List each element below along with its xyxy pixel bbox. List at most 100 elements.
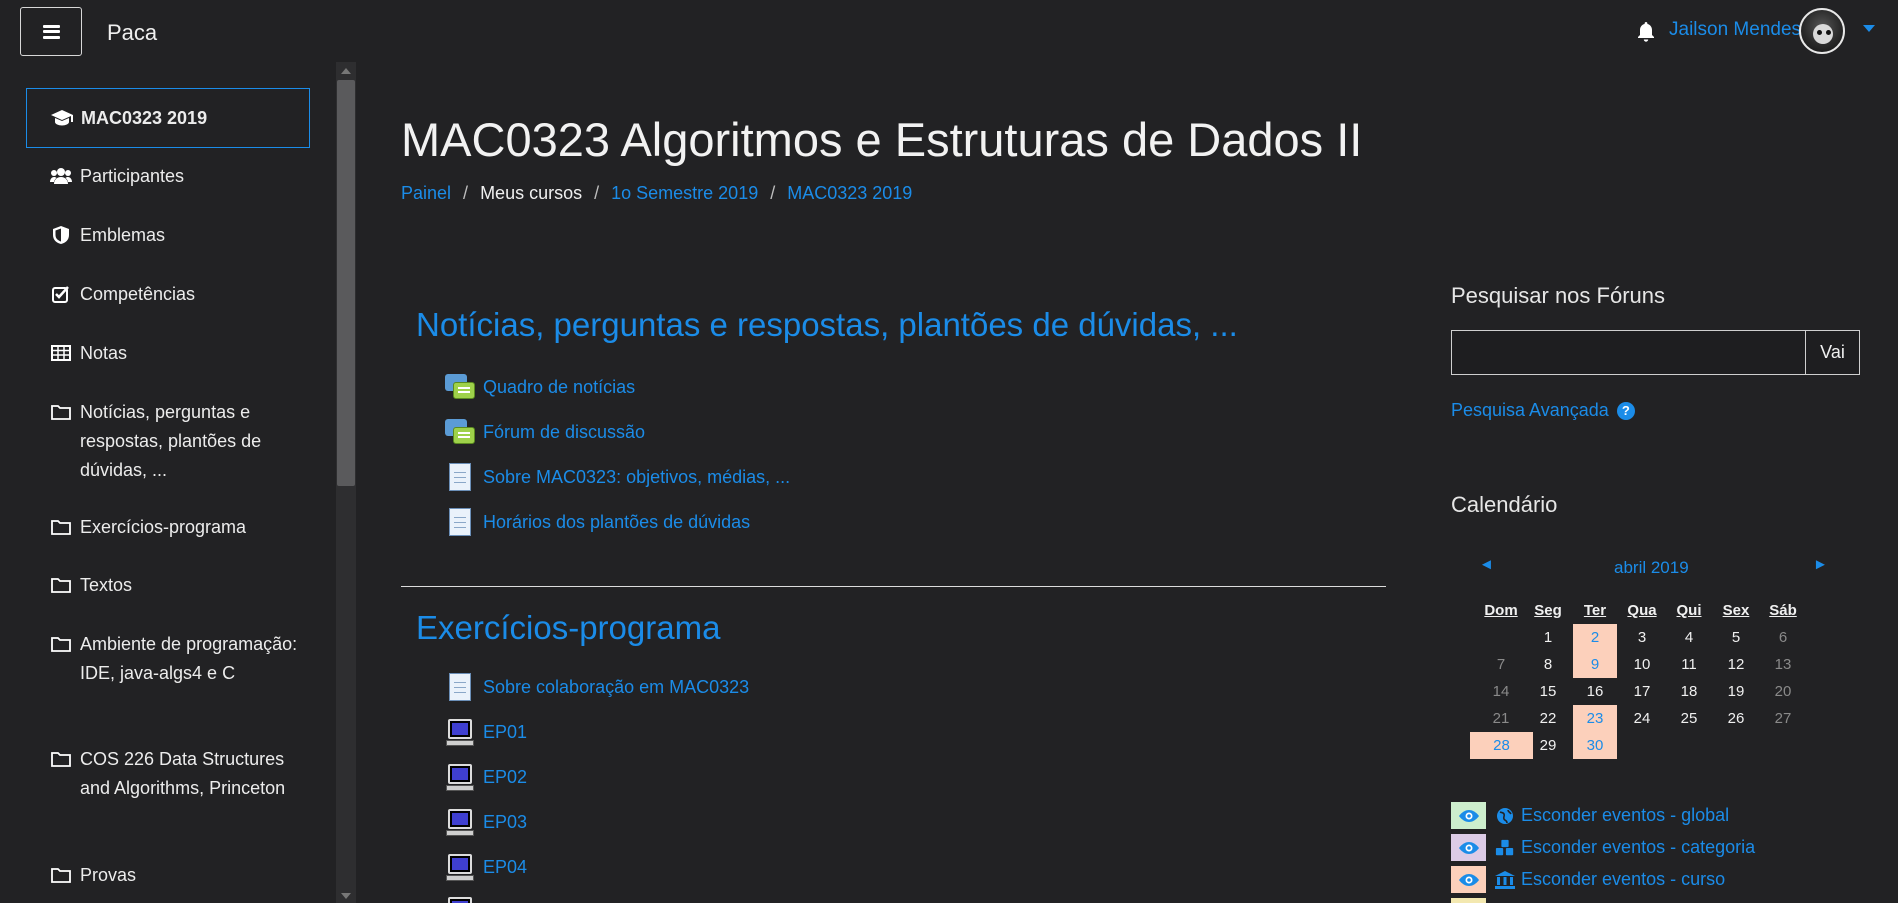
calendar-day-with-event[interactable]: 28 <box>1470 732 1533 759</box>
sidebar-item-participants[interactable]: Participantes <box>26 162 310 191</box>
user-menu-name[interactable]: Jailson Mendes <box>1669 19 1801 41</box>
event-filter-label[interactable]: Esconder eventos - curso <box>1521 869 1725 890</box>
calendar-prev-icon[interactable]: ◄ <box>1479 556 1494 573</box>
breadcrumb: Painel / Meus cursos / 1o Semestre 2019 … <box>401 183 912 204</box>
activity-partial[interactable] <box>445 895 483 903</box>
calendar-day: 8 <box>1543 656 1553 673</box>
activity-news-forum[interactable]: Quadro de notícias <box>445 372 635 402</box>
folder-icon <box>50 402 72 422</box>
calendar-day: 21 <box>1492 710 1510 727</box>
activity-ep04[interactable]: EP04 <box>445 852 527 882</box>
folder-icon <box>50 575 72 595</box>
calendar-day: 14 <box>1492 683 1510 700</box>
activity-ep03[interactable]: EP03 <box>445 807 527 837</box>
calendar-day: 6 <box>1778 629 1788 646</box>
computer-icon <box>445 717 475 747</box>
breadcrumb-separator: / <box>463 183 469 203</box>
search-go-button[interactable]: Vai <box>1805 330 1860 375</box>
activity-label[interactable]: EP01 <box>483 722 527 743</box>
activity-label[interactable]: EP03 <box>483 812 527 833</box>
calendar-weekday-header: Qui <box>1676 602 1702 619</box>
sidebar-item-label: COS 226 Data Structures and Algorithms, … <box>80 749 286 798</box>
sidebar-scrollbar-thumb[interactable] <box>337 80 355 486</box>
activity-ep01[interactable]: EP01 <box>445 717 527 747</box>
activity-ep02[interactable]: EP02 <box>445 762 527 792</box>
page-icon <box>445 507 475 537</box>
sidebar-item-grades[interactable]: Notas <box>26 339 310 368</box>
menu-toggle-button[interactable] <box>20 7 82 56</box>
calendar-day-with-event[interactable]: 2 <box>1573 624 1617 651</box>
sidebar-item-section-cos226[interactable]: COS 226 Data Structures and Algorithms, … <box>26 745 310 803</box>
event-filter-course[interactable]: Esconder eventos - curso <box>1451 866 1725 893</box>
activity-office-hours[interactable]: Horários dos plantões de dúvidas <box>445 507 750 537</box>
calendar-day: 17 <box>1633 683 1651 700</box>
event-filter-label[interactable]: Esconder eventos - global <box>1521 805 1729 826</box>
advanced-search-label[interactable]: Pesquisa Avançada <box>1451 400 1609 421</box>
activity-label[interactable]: Horários dos plantões de dúvidas <box>483 512 750 533</box>
folder-icon <box>50 865 72 885</box>
eye-icon[interactable] <box>1451 834 1486 861</box>
breadcrumb-my-courses: Meus cursos <box>480 183 583 203</box>
calendar-day: 22 <box>1539 710 1557 727</box>
calendar-month-label[interactable]: abril 2019 <box>1614 558 1689 578</box>
activity-label[interactable]: Sobre MAC0323: objetivos, médias, ... <box>483 467 790 488</box>
advanced-search-link[interactable]: Pesquisa Avançada ? <box>1451 400 1635 421</box>
sidebar-item-badges[interactable]: Emblemas <box>26 221 310 250</box>
computer-icon <box>445 762 475 792</box>
folder-icon <box>50 517 72 537</box>
activity-label[interactable]: Sobre colaboração em MAC0323 <box>483 677 749 698</box>
avatar[interactable] <box>1799 8 1845 54</box>
chevron-down-icon[interactable] <box>1863 25 1875 32</box>
activity-label[interactable]: EP02 <box>483 767 527 788</box>
computer-icon <box>445 852 475 882</box>
scroll-up-icon[interactable] <box>341 68 351 74</box>
activity-discussion-forum[interactable]: Fórum de discussão <box>445 417 645 447</box>
section-title-news[interactable]: Notícias, perguntas e respostas, plantõe… <box>416 306 1238 344</box>
graduation-cap-icon <box>51 108 73 128</box>
calendar-day-with-event[interactable]: 9 <box>1573 651 1617 678</box>
eye-icon[interactable] <box>1451 802 1486 829</box>
activity-label[interactable]: Quadro de notícias <box>483 377 635 398</box>
sidebar-item-section-exams[interactable]: Provas <box>26 861 310 890</box>
event-filter-label[interactable]: Esconder eventos - categoria <box>1521 837 1755 858</box>
scroll-down-icon[interactable] <box>341 893 351 899</box>
calendar-day: 26 <box>1727 710 1745 727</box>
site-brand[interactable]: Paca <box>107 20 157 46</box>
sidebar-item-section-news[interactable]: Notícias, perguntas e respostas, plantõe… <box>26 398 310 485</box>
activity-label[interactable]: Fórum de discussão <box>483 422 645 443</box>
sidebar-item-section-environment[interactable]: Ambiente de programação: IDE, java-algs4… <box>26 630 310 688</box>
calendar-weekday-header: Seg <box>1534 602 1562 619</box>
calendar-day: 29 <box>1539 737 1557 754</box>
table-icon <box>50 343 72 363</box>
activity-label[interactable]: EP04 <box>483 857 527 878</box>
calendar-day-with-event[interactable]: 30 <box>1573 732 1617 759</box>
globe-icon <box>1495 806 1515 826</box>
breadcrumb-semester[interactable]: 1o Semestre 2019 <box>611 183 758 204</box>
sidebar-item-course[interactable]: MAC0323 2019 <box>26 88 310 148</box>
help-icon[interactable]: ? <box>1616 401 1635 420</box>
calendar-day: 25 <box>1680 710 1698 727</box>
eye-icon[interactable] <box>1451 898 1486 903</box>
page-title: MAC0323 Algoritmos e Estruturas de Dados… <box>401 113 1363 166</box>
breadcrumb-dashboard[interactable]: Painel <box>401 183 451 204</box>
sidebar-item-competencies[interactable]: Competências <box>26 280 310 309</box>
activity-about-course[interactable]: Sobre MAC0323: objetivos, médias, ... <box>445 462 790 492</box>
calendar-day-with-event[interactable]: 23 <box>1573 705 1617 732</box>
eye-icon[interactable] <box>1451 866 1486 893</box>
search-forums-input[interactable] <box>1451 330 1806 375</box>
event-filter-category[interactable]: Esconder eventos - categoria <box>1451 834 1755 861</box>
event-filter-partial[interactable] <box>1451 898 1495 903</box>
sidebar-item-section-eps[interactable]: Exercícios-programa <box>26 513 310 542</box>
sidebar-item-label: Notas <box>80 343 128 363</box>
section-title-eps[interactable]: Exercícios-programa <box>416 609 720 647</box>
calendar-next-icon[interactable]: ► <box>1813 556 1828 573</box>
event-filter-global[interactable]: Esconder eventos - global <box>1451 802 1729 829</box>
breadcrumb-course[interactable]: MAC0323 2019 <box>787 183 912 204</box>
sidebar-item-section-texts[interactable]: Textos <box>26 571 310 600</box>
breadcrumb-separator: / <box>770 183 776 203</box>
bell-icon[interactable] <box>1636 21 1656 43</box>
activity-collaboration[interactable]: Sobre colaboração em MAC0323 <box>445 672 749 702</box>
search-forums-title: Pesquisar nos Fóruns <box>1451 283 1665 308</box>
forum-icon <box>445 372 475 402</box>
shield-icon <box>50 225 72 245</box>
